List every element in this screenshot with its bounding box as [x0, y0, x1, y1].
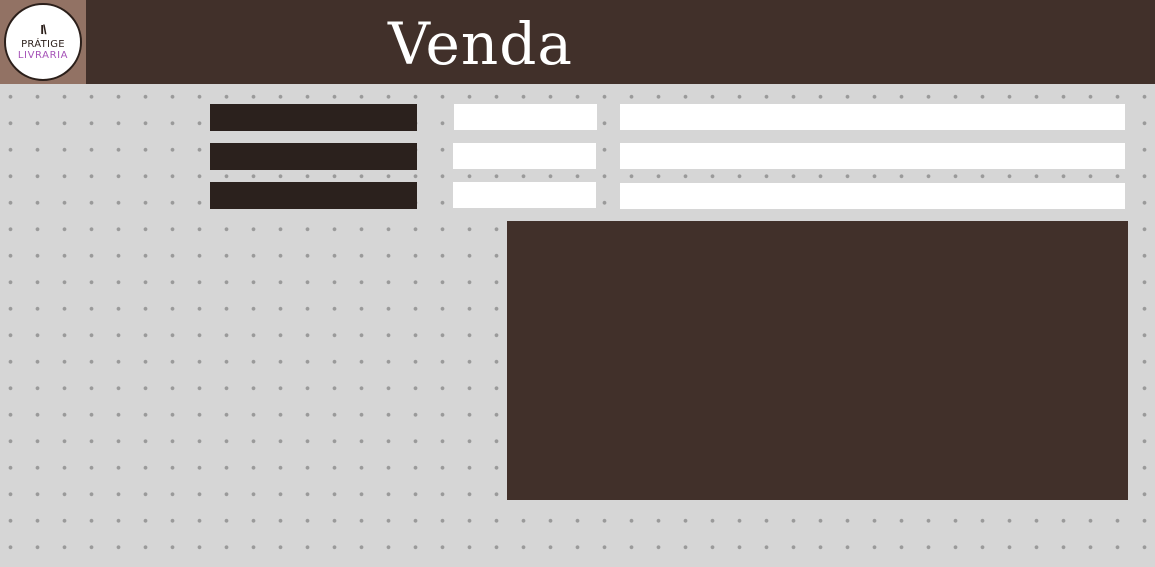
short-field-2[interactable]	[453, 143, 596, 169]
header-bar: I\ PRÁTIGE LIVRARIA Venda	[0, 0, 1155, 84]
action-button-1[interactable]	[210, 104, 417, 131]
short-field-3[interactable]	[453, 182, 596, 208]
long-field-3[interactable]	[620, 183, 1125, 209]
logo: I\ PRÁTIGE LIVRARIA	[0, 0, 86, 84]
long-field-1[interactable]	[620, 104, 1125, 130]
books-icon: I\	[40, 22, 46, 37]
logo-text-line1: PRÁTIGE	[21, 39, 65, 50]
long-field-2[interactable]	[620, 143, 1125, 169]
content-panel	[507, 221, 1128, 500]
action-button-2[interactable]	[210, 143, 417, 170]
logo-badge: I\ PRÁTIGE LIVRARIA	[4, 3, 82, 81]
action-button-3[interactable]	[210, 182, 417, 209]
logo-text-line2: LIVRARIA	[17, 50, 69, 61]
page-title: Venda	[388, 10, 573, 78]
short-field-1[interactable]	[454, 104, 597, 130]
